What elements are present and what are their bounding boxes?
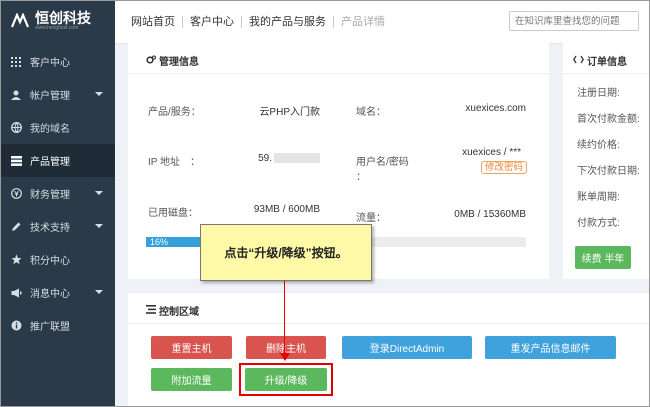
account-value: xuexices / *** [462, 147, 521, 158]
account-label-colon: ： [356, 172, 366, 183]
card-title: 控制区域 [146, 303, 199, 318]
sidebar-item-messages[interactable]: 消息中心 [1, 276, 115, 309]
sidebar-nav: 客户中心 帐户管理 我的域名 产品管理 财务管理 技术支持 积分中心 消息中心 … [1, 45, 115, 342]
sidebar-item-label: 积分中心 [30, 256, 70, 267]
disk-usage-percent: 16% [150, 237, 169, 247]
order-field: 付款方式: [577, 218, 620, 229]
chevron-down-icon [95, 290, 103, 294]
order-field: 注册日期: [577, 88, 620, 99]
megaphone-icon [10, 287, 22, 299]
info-icon [10, 320, 22, 332]
sidebar-item-account[interactable]: 帐户管理 [1, 78, 115, 111]
breadcrumb-products[interactable]: 我的产品与服务 [242, 16, 334, 28]
divider [128, 323, 649, 324]
domain-label: 域名： [356, 107, 386, 118]
sidebar-item-label: 客户中心 [30, 58, 70, 69]
top-navigation: 网站首页 客户中心 我的产品与服务 产品详情 [115, 1, 649, 44]
breadcrumb-home[interactable]: 网站首页 [115, 16, 183, 28]
ip-label: IP 地址 ： [148, 157, 201, 168]
redacted-ip [274, 153, 320, 164]
sidebar-item-affiliate[interactable]: 推广联盟 [1, 309, 115, 342]
domain-value: xuexices.com [465, 103, 526, 114]
account-label: 用户名/密码 [356, 157, 409, 168]
brand-name: 恒创科技 [35, 10, 91, 26]
globe-icon [10, 122, 22, 134]
chevron-down-icon [95, 191, 103, 195]
management-title: 管理信息 [159, 57, 199, 68]
sidebar-item-domains[interactable]: 我的域名 [1, 111, 115, 144]
chevron-down-icon [95, 92, 103, 96]
sidebar-item-label: 技术支持 [30, 223, 70, 234]
ip-value: 59. [258, 153, 272, 164]
reset-host-button[interactable]: 重置主机 [151, 336, 232, 359]
traffic-value: 0MB / 15360MB [454, 209, 526, 220]
add-traffic-button[interactable]: 附加流量 [151, 368, 232, 391]
control-title: 控制区域 [159, 307, 199, 318]
sidebar-item-points[interactable]: 积分中心 [1, 243, 115, 276]
sidebar: 恒创科技 www.henghost.com 客户中心 帐户管理 我的域名 产品管… [1, 1, 115, 406]
sidebar-item-label: 财务管理 [30, 190, 70, 201]
order-field: 首次付款金额: [577, 114, 640, 125]
sidebar-item-label: 我的域名 [30, 124, 70, 135]
order-field: 账单周期: [577, 192, 620, 203]
change-password-link[interactable]: 修改密码 [481, 161, 528, 174]
disk-label: 已用磁盘： [148, 208, 198, 219]
grid-icon [10, 56, 22, 68]
card-title: 订单信息 [573, 53, 627, 68]
divider [128, 73, 549, 74]
annotation-callout: 点击“升级/降级”按钮。 [200, 224, 372, 281]
disk-value: 93MB / 600MB [253, 204, 320, 215]
annotation-arrow [284, 281, 285, 357]
sidebar-item-label: 产品管理 [30, 157, 70, 168]
sidebar-item-label: 推广联盟 [30, 322, 70, 333]
ip-value-wrap: 59. [241, 153, 320, 164]
arrow-down-icon [280, 353, 290, 361]
login-directadmin-button[interactable]: 登录DirectAdmin [342, 336, 472, 359]
star-icon [10, 254, 22, 266]
traffic-label: 流量： [356, 213, 386, 224]
user-icon [10, 89, 22, 101]
renew-button[interactable]: 续费 半年 [575, 246, 631, 269]
code-icon [573, 55, 584, 66]
brand-logo[interactable]: 恒创科技 www.henghost.com [1, 1, 115, 41]
server-icon [10, 155, 22, 167]
app-window: 恒创科技 www.henghost.com 客户中心 帐户管理 我的域名 产品管… [0, 0, 650, 407]
gears-icon [146, 54, 157, 67]
sidebar-item-support[interactable]: 技术支持 [1, 210, 115, 243]
breadcrumb-customer-center[interactable]: 客户中心 [183, 16, 242, 28]
card-title: 管理信息 [146, 53, 199, 68]
logo-icon [9, 12, 31, 30]
sidebar-item-customer-center[interactable]: 客户中心 [1, 45, 115, 78]
yen-icon [10, 188, 22, 200]
product-label: 产品/服务： [148, 107, 201, 118]
order-info-card: 订单信息 注册日期: 首次付款金额: 续约价格: 下次付款日期: 账单周期: 付… [563, 43, 649, 279]
sidebar-item-finance[interactable]: 财务管理 [1, 177, 115, 210]
list-icon [146, 305, 156, 316]
order-field: 下次付款日期: [577, 166, 640, 177]
breadcrumb-product-detail: 产品详情 [341, 16, 385, 28]
divider [563, 73, 649, 74]
disk-usage-fill: 16% [146, 237, 207, 247]
knowledge-search-input[interactable] [509, 11, 639, 31]
resend-product-email-button[interactable]: 重发产品信息邮件 [485, 336, 616, 359]
order-title: 订单信息 [587, 57, 627, 68]
highlight-box [239, 363, 333, 396]
product-value: 云PHP入门款 [259, 107, 320, 118]
pencil-icon [10, 221, 22, 233]
chevron-down-icon [95, 224, 103, 228]
sidebar-item-label: 帐户管理 [30, 91, 70, 102]
sidebar-item-products[interactable]: 产品管理 [1, 144, 115, 177]
sidebar-item-label: 消息中心 [30, 289, 70, 300]
order-field: 续约价格: [577, 140, 620, 151]
